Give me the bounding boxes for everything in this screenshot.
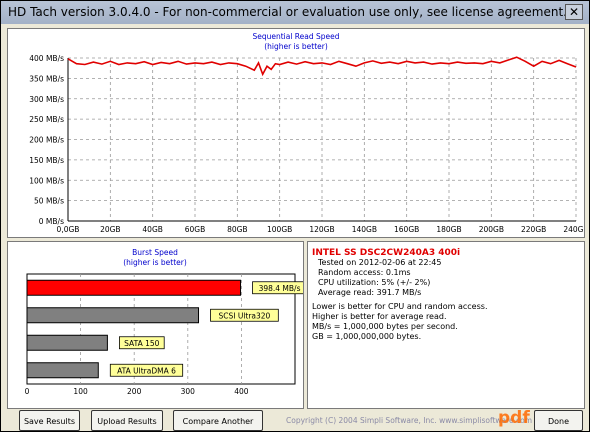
y-tick-label: 350 MB/s	[29, 74, 64, 83]
y-tick-label: 200 MB/s	[29, 136, 64, 145]
compare-drive-button[interactable]: Compare Another Drive	[173, 410, 263, 431]
burst-tick-label: 0	[25, 387, 30, 396]
x-tick-label: 60GB	[185, 225, 206, 234]
x-tick-label: 20GB	[100, 225, 121, 234]
burst-speed-chart: Burst Speed(higher is better) 0 100 200 300 4…	[25, 248, 303, 396]
burst-bar-label: 398.4 MB/s	[259, 284, 301, 293]
burst-tick-label: 100	[73, 387, 88, 396]
burst-subtitle: (higher is better)	[123, 258, 187, 267]
tested-on: Tested on 2012-02-06 at 22:45	[318, 258, 442, 267]
burst-bar-tested	[26, 279, 242, 296]
burst-bar-label: SATA 150	[124, 339, 160, 348]
y-tick-label: 250 MB/s	[29, 115, 64, 124]
x-tick-label: 180GB	[436, 225, 461, 234]
burst-tick-label: 200	[127, 387, 142, 396]
close-button[interactable]: ✕	[565, 4, 583, 20]
drive-name: INTEL SS DSC2CW240A3 400i	[312, 248, 461, 258]
burst-speed-panel: Burst Speed (higher is better) 0 100 200 300 4…	[7, 241, 304, 409]
y-tick-label: 150 MB/s	[29, 156, 64, 165]
burst-tick-label: 300	[181, 387, 196, 396]
x-tick-label: 40GB	[142, 225, 163, 234]
burst-bar-label: SCSI Ultra320	[218, 311, 270, 320]
note-lower-better: Lower is better for CPU and random acces…	[312, 302, 488, 311]
x-tick-label: 240GB	[563, 225, 584, 234]
y-tick-label: 300 MB/s	[29, 95, 64, 104]
cpu-utilization: CPU utilization: 5% (+/- 2%)	[318, 278, 431, 287]
y-tick-label: 100 MB/s	[29, 176, 64, 185]
title-bar: HD Tach version 3.0.4.0 - For non-commer…	[1, 1, 589, 24]
bottom-bar: Save Results Upload Results Compare Anot…	[1, 407, 589, 431]
burst-bar-reference	[26, 334, 108, 351]
chart-title: Sequential Read Speed	[252, 32, 339, 41]
x-tick-label: 160GB	[394, 225, 419, 234]
note-mbs-definition: MB/s = 1,000,000 bytes per second.	[312, 322, 458, 331]
note-higher-better: Higher is better for average read.	[312, 312, 447, 321]
chart-subtitle: (higher is better)	[264, 42, 328, 51]
results-panel: INTEL SS DSC2CW240A3 400i Tested on 2012…	[307, 241, 585, 409]
x-tick-label: 220GB	[521, 225, 546, 234]
hdtach-window: HD Tach version 3.0.4.0 - For non-commer…	[0, 0, 590, 432]
x-tick-label: 100GB	[267, 225, 292, 234]
save-results-button[interactable]: Save Results	[19, 410, 80, 431]
sequential-read-panel: Sequential Read Speed (higher is better) 0…	[7, 28, 585, 238]
random-access: Random access: 0.1ms	[318, 268, 411, 277]
x-tick-label: 0,0GB	[57, 225, 80, 234]
burst-title: Burst Speed	[132, 248, 178, 257]
window-title: HD Tach version 3.0.4.0 - For non-commer…	[8, 5, 567, 19]
burst-bar-reference	[26, 362, 99, 379]
burst-bar-label: ATA UltraDMA 6	[117, 366, 176, 375]
x-tick-label: 200GB	[479, 225, 504, 234]
x-tick-label: 80GB	[227, 225, 248, 234]
x-tick-label: 120GB	[309, 225, 334, 234]
burst-bar-reference	[26, 307, 200, 324]
y-tick-label: 50 MB/s	[34, 197, 64, 206]
watermark-logo: pdf	[498, 408, 530, 428]
y-tick-label: 400 MB/s	[29, 54, 64, 63]
upload-results-button[interactable]: Upload Results	[91, 410, 163, 431]
average-read: Average read: 391.7 MB/s	[318, 288, 422, 297]
burst-tick-label: 400	[234, 387, 249, 396]
copyright-text: Copyright (C) 2004 Simpli Software, Inc.…	[286, 416, 533, 425]
x-tick-label: 140GB	[352, 225, 377, 234]
note-gb-definition: GB = 1,000,000,000 bytes.	[312, 332, 422, 341]
done-button[interactable]: Done	[534, 410, 583, 431]
sequential-read-chart: Sequential Read Speed(higher is better) 0…	[29, 32, 584, 234]
